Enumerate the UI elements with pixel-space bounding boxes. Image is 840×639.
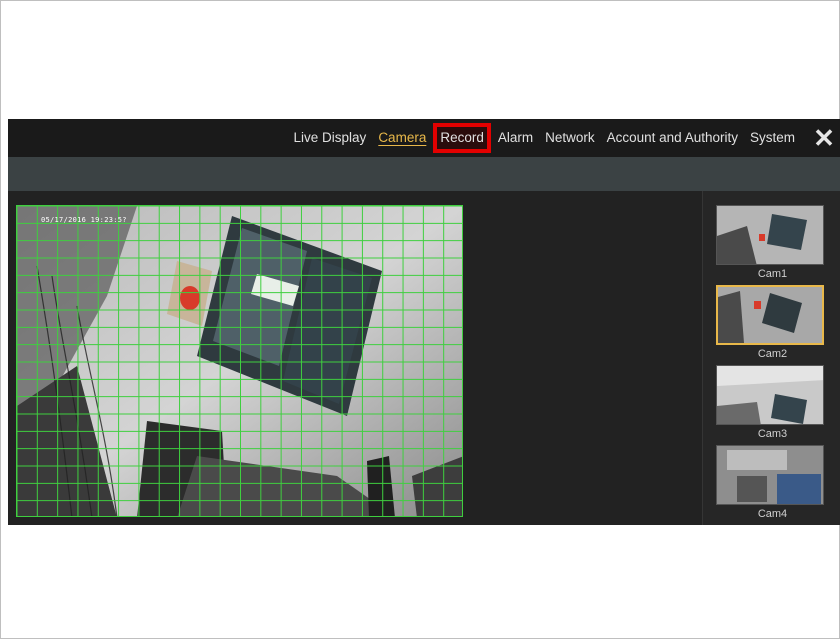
motion-detection-preview[interactable]: 05/17/2016 19:23:5? [16,205,463,517]
camera-thumbnail-4[interactable] [716,445,824,505]
nav-alarm[interactable]: Alarm [492,119,539,157]
top-menu-bar: Live Display Camera Record Alarm Network… [8,119,840,157]
nav-camera[interactable]: Camera [372,119,432,157]
main-content: 05/17/2016 19:23:5? Cam1 Cam2 Cam3 Cam4 [8,191,840,525]
nvr-app-window: Live Display Camera Record Alarm Network… [8,119,840,525]
camera-4-preview-image [717,446,823,504]
camera-3-preview-image [717,366,823,424]
nav-live-display[interactable]: Live Display [288,119,373,157]
video-timestamp: 05/17/2016 19:23:5? [41,216,127,224]
camera-thumbnail-list: Cam1 Cam2 Cam3 Cam4 [702,191,840,525]
camera-2-preview-image [718,287,822,343]
main-nav: Live Display Camera Record Alarm Network… [288,119,840,157]
camera-label-3: Cam3 [757,428,788,440]
nav-system[interactable]: System [744,119,801,157]
camera-thumbnail-1[interactable] [716,205,824,265]
camera-1-preview-image [717,206,823,264]
camera-scene [17,206,462,516]
camera-label-2: Cam2 [757,348,788,360]
camera-thumbnail-3[interactable] [716,365,824,425]
nav-network[interactable]: Network [539,119,601,157]
screenshot-frame: Live Display Camera Record Alarm Network… [0,0,840,639]
sub-toolbar [8,157,840,191]
camera-thumbnail-2[interactable] [716,285,824,345]
nav-record[interactable]: Record [433,123,491,153]
camera-label-1: Cam1 [757,268,788,280]
close-icon[interactable]: ✕ [807,119,840,157]
nav-account-and-authority[interactable]: Account and Authority [601,119,744,157]
camera-label-4: Cam4 [757,508,788,520]
